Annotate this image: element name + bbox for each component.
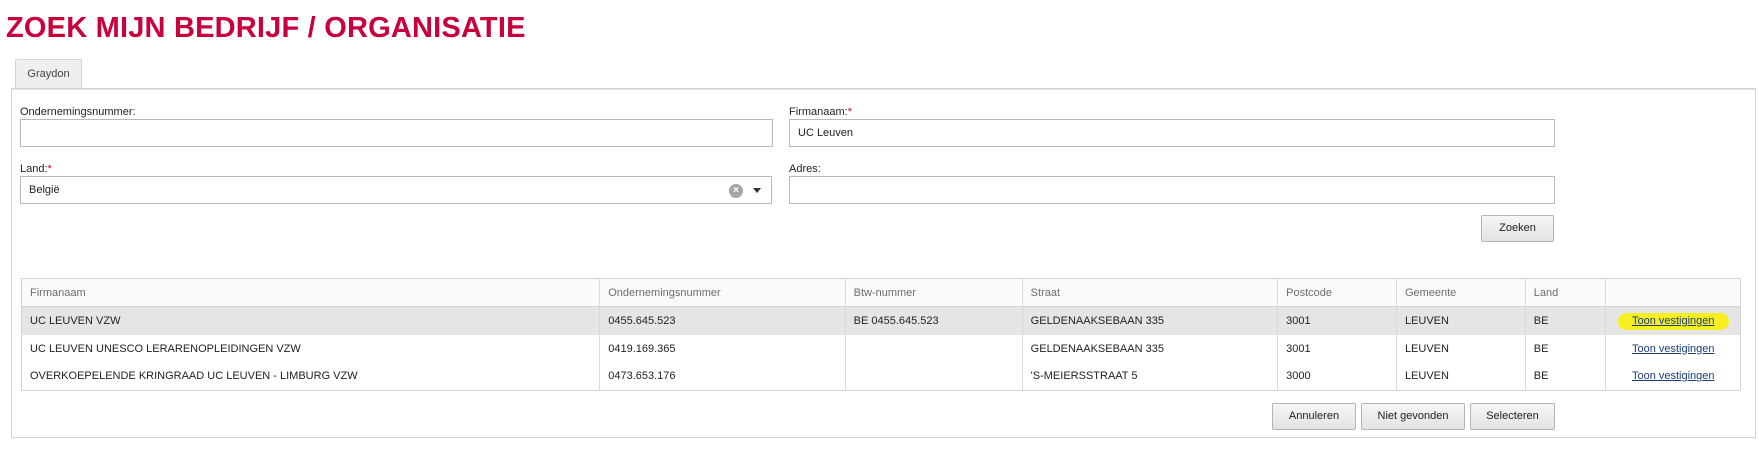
toon-vestigingen-link[interactable]: Toon vestigingen [1632, 370, 1715, 382]
cell-action: Toon vestigingen [1606, 335, 1741, 363]
table-row[interactable]: OVERKOEPELENDE KRINGRAAD UC LEUVEN - LIM… [21, 362, 1741, 391]
cell-straat: GELDENAAKSEBAAN 335 [1022, 306, 1279, 335]
firmanaam-label: Firmanaam:* [789, 106, 852, 118]
column-header-firmanaam[interactable]: Firmanaam [21, 278, 601, 307]
highlight-marker: Toon vestigingen [1617, 312, 1729, 330]
cell-land: BE [1525, 362, 1607, 391]
page-title: ZOEK MIJN BEDRIJF / ORGANISATIE [6, 12, 526, 44]
ondernemingsnummer-label-text: Ondernemingsnummer: [20, 106, 136, 118]
cell-ondernemingsnummer: 0473.653.176 [599, 362, 846, 391]
ondernemingsnummer-label: Ondernemingsnummer: [20, 106, 136, 118]
cell-gemeente: LEUVEN [1396, 306, 1526, 335]
tab-graydon[interactable]: Graydon [15, 59, 82, 88]
cell-gemeente: LEUVEN [1396, 362, 1526, 391]
results-table: Firmanaam Ondernemingsnummer Btw-nummer … [21, 278, 1741, 391]
cell-firmanaam: OVERKOEPELENDE KRINGRAAD UC LEUVEN - LIM… [21, 362, 601, 391]
cell-postcode: 3000 [1277, 362, 1397, 391]
cell-firmanaam: UC LEUVEN VZW [21, 306, 601, 335]
cell-firmanaam: UC LEUVEN UNESCO LERARENOPLEIDINGEN VZW [21, 334, 601, 363]
cell-action: Toon vestigingen [1606, 363, 1741, 391]
firmanaam-label-text: Firmanaam: [789, 106, 848, 118]
adres-label: Adres: [789, 163, 821, 175]
land-label: Land:* [20, 163, 52, 175]
toon-vestigingen-link[interactable]: Toon vestigingen [1632, 343, 1715, 355]
firmanaam-required-mark: * [847, 106, 852, 118]
cell-land: BE [1525, 306, 1607, 335]
column-header-ondernemingsnummer[interactable]: Ondernemingsnummer [599, 278, 846, 307]
cell-straat: GELDENAAKSEBAAN 335 [1022, 334, 1279, 363]
cell-postcode: 3001 [1277, 334, 1397, 363]
cancel-button[interactable]: Annuleren [1272, 403, 1356, 430]
chevron-down-icon[interactable] [753, 188, 761, 193]
land-label-text: Land: [20, 163, 48, 175]
cell-action: Toon vestigingen [1605, 306, 1741, 335]
adres-label-text: Adres: [789, 163, 821, 175]
not-found-button[interactable]: Niet gevonden [1361, 403, 1465, 430]
toon-vestigingen-link[interactable]: Toon vestigingen [1632, 315, 1715, 327]
cell-land: BE [1525, 334, 1607, 363]
cell-btw-nummer: BE 0455.645.523 [845, 306, 1023, 335]
table-row[interactable]: UC LEUVEN VZW 0455.645.523 BE 0455.645.5… [21, 306, 1741, 335]
land-select-value: België [29, 184, 60, 196]
firmanaam-input[interactable] [789, 119, 1555, 147]
cell-ondernemingsnummer: 0419.169.365 [599, 334, 846, 363]
table-row[interactable]: UC LEUVEN UNESCO LERARENOPLEIDINGEN VZW … [21, 334, 1741, 363]
column-header-gemeente[interactable]: Gemeente [1396, 278, 1526, 307]
cell-btw-nummer [845, 334, 1023, 363]
cell-ondernemingsnummer: 0455.645.523 [599, 306, 846, 335]
column-header-postcode[interactable]: Postcode [1277, 278, 1397, 307]
cell-gemeente: LEUVEN [1396, 334, 1526, 363]
cell-btw-nummer [845, 362, 1023, 391]
clear-icon[interactable]: × [729, 184, 743, 198]
adres-input[interactable] [789, 176, 1555, 204]
column-header-actions [1605, 278, 1741, 307]
column-header-land[interactable]: Land [1525, 278, 1607, 307]
cell-straat: 'S-MEIERSSTRAAT 5 [1022, 362, 1279, 391]
cell-postcode: 3001 [1277, 306, 1397, 335]
land-select[interactable]: België × [20, 176, 772, 204]
column-header-btw-nummer[interactable]: Btw-nummer [845, 278, 1023, 307]
ondernemingsnummer-input[interactable] [20, 119, 773, 147]
column-header-straat[interactable]: Straat [1022, 278, 1279, 307]
select-button[interactable]: Selecteren [1470, 403, 1555, 430]
search-button[interactable]: Zoeken [1481, 215, 1554, 242]
land-required-mark: * [47, 163, 52, 175]
table-header-row: Firmanaam Ondernemingsnummer Btw-nummer … [21, 278, 1741, 307]
panel-divider [12, 89, 1755, 90]
